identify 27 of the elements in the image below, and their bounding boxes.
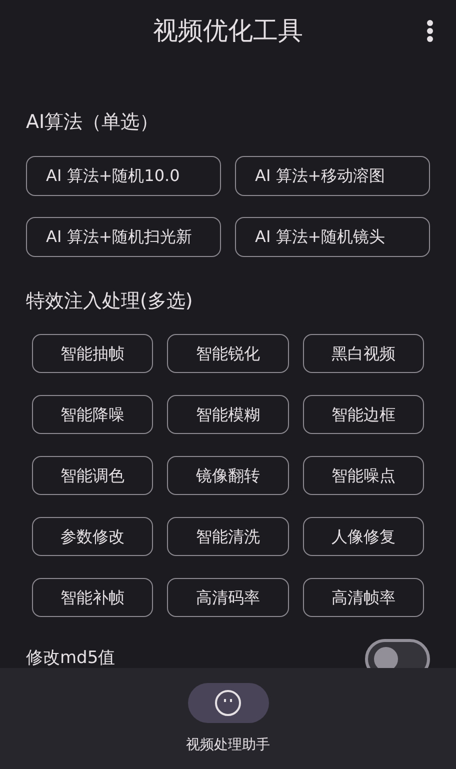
section-title: 特效注入处理(多选) xyxy=(26,289,194,314)
section-title: AI算法（单选） xyxy=(26,110,160,135)
option-chip[interactable]: AI 算法+随机镜头 xyxy=(235,217,430,257)
option-chip[interactable]: AI 算法+移动溶图 xyxy=(235,156,430,196)
app-title: 视频优化工具 xyxy=(153,15,303,48)
nav-item[interactable]: 视频处理助手 xyxy=(186,668,270,769)
option-chip[interactable]: 高清帧率 xyxy=(302,578,424,617)
option-chip[interactable]: 智能补帧 xyxy=(32,578,154,617)
option-chip[interactable]: AI 算法+随机10.0 xyxy=(26,156,221,196)
md5-toggle[interactable] xyxy=(365,639,430,668)
option-chip[interactable]: 智能噪点 xyxy=(302,456,424,495)
option-chip[interactable]: 智能抽帧 xyxy=(32,334,154,373)
option-chip[interactable]: 智能降噪 xyxy=(32,395,154,434)
option-chip[interactable]: 人像修复 xyxy=(302,517,424,556)
option-chip[interactable]: 参数修改 xyxy=(32,517,154,556)
option-chip[interactable]: AI 算法+随机扫光新 xyxy=(26,217,221,257)
option-chip[interactable]: 高清码率 xyxy=(167,578,289,617)
switch-label: 修改md5值 xyxy=(26,647,116,668)
option-chip[interactable]: 镜像翻转 xyxy=(167,456,289,495)
option-chip[interactable]: 智能模糊 xyxy=(167,395,289,434)
option-chip[interactable]: 黑白视频 xyxy=(302,334,424,373)
more-menu-icon[interactable] xyxy=(426,20,434,42)
option-chip[interactable]: 智能锐化 xyxy=(167,334,289,373)
option-chip[interactable]: 智能清洗 xyxy=(167,517,289,556)
option-chip[interactable]: 智能边框 xyxy=(302,395,424,434)
option-chip[interactable]: 智能调色 xyxy=(32,456,154,495)
face-icon xyxy=(214,689,242,717)
